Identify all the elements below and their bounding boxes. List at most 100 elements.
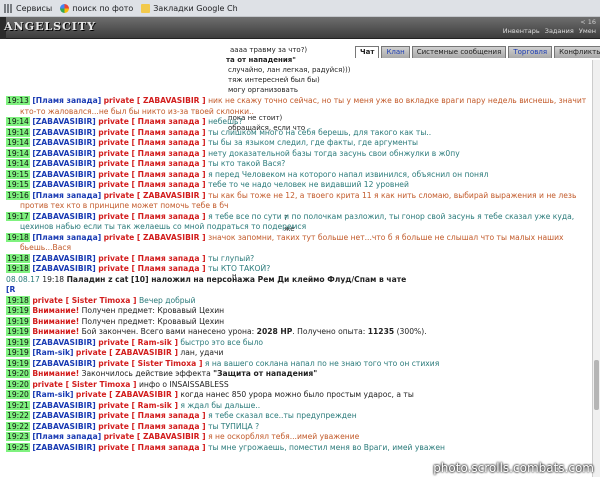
message-time: 19:19 xyxy=(6,327,30,336)
private-recipient[interactable]: private [ Пламя запада ] xyxy=(98,170,205,179)
message-sender[interactable]: [Пламя запада] xyxy=(32,191,101,200)
message-sender[interactable]: [Пламя запада] xyxy=(32,233,101,242)
chat-scrollbar[interactable] xyxy=(592,60,600,477)
message-sender[interactable]: [ZABAVASIBIR] xyxy=(32,338,95,347)
private-recipient[interactable]: private [ Пламя запада ] xyxy=(98,254,205,263)
chat-message: цехинов набью если ты так желаешь со мно… xyxy=(6,222,588,233)
popup-fragment: могу организовать xyxy=(228,86,299,94)
chat-message: 19:15 [ZABAVASIBIR] private [ Пламя запа… xyxy=(6,169,588,181)
warning-label: Внимание! xyxy=(32,306,80,315)
chat-message: [R xyxy=(6,285,588,296)
chat-message: 19:20 private [ Sister Timoxa ] инфо о I… xyxy=(6,379,588,391)
message-text: тебе то че надо человек не видавший 12 у… xyxy=(208,180,409,189)
private-recipient[interactable]: private [ ZABAVASIBIR ] xyxy=(104,432,206,441)
private-recipient[interactable]: private [ Пламя запада ] xyxy=(98,159,205,168)
private-recipient[interactable]: private [ ZABAVASIBIR ] xyxy=(104,96,206,105)
message-sender[interactable]: [Пламя запада] xyxy=(32,432,101,441)
private-recipient[interactable]: private [ ZABAVASIBIR ] xyxy=(104,191,206,200)
private-recipient[interactable]: private [ Пламя запада ] xyxy=(98,422,205,431)
message-text: ник не скажу точно сейчас, но ты у меня … xyxy=(208,96,587,105)
game-header: ANGELSCITY < 16 Инвентарь Задания Умен xyxy=(0,17,600,39)
message-sender[interactable]: [ZABAVASIBIR] xyxy=(32,128,95,137)
private-recipient[interactable]: private [ Пламя запада ] xyxy=(98,411,205,420)
message-time: 19:21 xyxy=(6,400,30,410)
private-recipient[interactable]: private [ Пламя запада ] xyxy=(98,180,205,189)
tab-trade[interactable]: Торговля xyxy=(508,46,553,58)
message-sender[interactable]: [ZABAVASIBIR] xyxy=(32,159,95,168)
bookmark-google-folder[interactable]: Закладки Google Ch xyxy=(141,3,238,13)
private-recipient[interactable]: private [ ZABAVASIBIR ] xyxy=(104,233,206,242)
message-text: (300%). xyxy=(394,327,427,336)
apps-icon xyxy=(4,3,13,13)
tab-conflicts[interactable]: Конфликты xyxy=(554,46,600,58)
private-recipient[interactable]: private [ Пламя запада ] xyxy=(98,212,205,221)
message-text: ты бы за языком следил, где факты, где а… xyxy=(208,138,419,147)
message-time: 19:19 xyxy=(6,316,30,326)
private-recipient[interactable]: private [ Пламя запада ] xyxy=(98,443,205,452)
bookmark-photo-search[interactable]: поиск по фото xyxy=(60,3,133,13)
message-text: нету доказательной базы тогда засунь сво… xyxy=(208,148,460,158)
chat-message: 19:18 [Пламя запада] private [ ZABAVASIB… xyxy=(6,232,588,244)
chat-message: 19:14 [ZABAVASIBIR] private [ Пламя запа… xyxy=(6,159,588,170)
tab-chat[interactable]: Чат xyxy=(355,46,380,58)
message-time: 19:19 xyxy=(6,348,30,357)
message-sender[interactable]: [ZABAVASIBIR] xyxy=(32,149,95,158)
message-sender[interactable]: [ZABAVASIBIR] xyxy=(32,264,95,273)
private-recipient[interactable]: private [ Пламя запада ] xyxy=(98,117,205,126)
private-recipient[interactable]: private [ Пламя запада ] xyxy=(98,128,205,137)
message-time: 19:17 xyxy=(6,211,30,221)
chat-message: бьешь...Вася xyxy=(6,243,588,254)
message-sender[interactable]: [Пламя запада] xyxy=(32,96,101,105)
chat-message: 19:14 [ZABAVASIBIR] private [ Пламя запа… xyxy=(6,117,588,128)
private-recipient[interactable]: private [ Sister Timoxa ] xyxy=(98,359,202,368)
message-sender[interactable]: [ZABAVASIBIR] xyxy=(32,117,95,126)
message-time: 19:14 xyxy=(6,127,30,137)
tab-system-messages[interactable]: Системные сообщения xyxy=(411,46,507,58)
scrollbar-thumb[interactable] xyxy=(594,360,599,410)
message-sender[interactable]: [ZABAVASIBIR] xyxy=(32,254,95,263)
private-recipient[interactable]: private [ ZABAVASIBIR ] xyxy=(76,348,178,357)
chat-message: 19:25 [ZABAVASIBIR] private [ Пламя запа… xyxy=(6,442,588,454)
private-recipient[interactable]: private [ Пламя запада ] xyxy=(98,264,205,273)
message-text: ты кто такой Вася? xyxy=(208,159,286,168)
message-time: 19:16 xyxy=(6,190,30,200)
tab-clan[interactable]: Клан xyxy=(381,46,410,58)
message-sender[interactable]: [ZABAVASIBIR] xyxy=(32,170,95,179)
message-sender[interactable]: [ZABAVASIBIR] xyxy=(32,138,95,147)
private-recipient[interactable]: private [ Пламя запада ] xyxy=(98,149,205,158)
game-logo: ANGELSCITY xyxy=(4,20,96,33)
private-recipient[interactable]: private [ Пламя запада ] xyxy=(98,138,205,147)
message-time: 19:20 xyxy=(6,379,30,389)
private-recipient[interactable]: private [ Ram-sik ] xyxy=(98,401,178,410)
message-sender[interactable]: [ZABAVASIBIR] xyxy=(32,180,95,189)
chat-message: 19:13 [Пламя запада] private [ ZABAVASIB… xyxy=(6,96,588,107)
message-sender[interactable]: [ZABAVASIBIR] xyxy=(32,411,95,420)
link-skills[interactable]: Умен xyxy=(579,27,596,35)
damage-value: 2028 HP xyxy=(256,327,293,336)
message-text: Получен предмет: Кровавый Цехин xyxy=(81,306,225,315)
message-text: ты КТО ТАКОЙ? xyxy=(208,264,271,273)
link-quests[interactable]: Задания xyxy=(545,27,574,35)
message-text: ты как бы тоже не 12, а твоего крита 11 … xyxy=(208,190,577,200)
message-sender[interactable]: [ZABAVASIBIR] xyxy=(32,443,95,452)
message-sender[interactable]: [ZABAVASIBIR] xyxy=(32,422,95,431)
message-text: я перед Человеком на которого напал изви… xyxy=(208,169,489,179)
message-text: я тебе все по сути и по полочкам разложи… xyxy=(208,211,575,221)
private-recipient[interactable]: private [ Sister Timoxa ] xyxy=(32,380,136,389)
private-recipient[interactable]: private [ ZABAVASIBIR ] xyxy=(76,390,178,399)
message-sender[interactable]: [ZABAVASIBIR] xyxy=(32,401,95,410)
message-sender[interactable]: [Ram-sik] xyxy=(32,348,73,357)
header-menu: < 16 Инвентарь Задания Умен xyxy=(500,18,596,36)
chat-message: 19:14 [ZABAVASIBIR] private [ Пламя запа… xyxy=(6,127,588,139)
message-sender[interactable]: [R xyxy=(6,285,15,294)
private-recipient[interactable]: private [ Sister Timoxa ] xyxy=(32,296,136,305)
link-inventory[interactable]: Инвентарь xyxy=(503,27,540,35)
message-sender[interactable]: [Ram-sik] xyxy=(32,390,73,399)
message-sender[interactable]: [ZABAVASIBIR] xyxy=(32,212,95,221)
bookmark-services[interactable]: Сервисы xyxy=(4,3,52,13)
message-time: 19:18 xyxy=(6,253,30,263)
message-sender[interactable]: [ZABAVASIBIR] xyxy=(32,359,95,368)
watermark: photo.scrolls.combats.com xyxy=(433,461,594,475)
popup-fragment: случайно, лан легкая, радуйся))) xyxy=(228,66,351,74)
private-recipient[interactable]: private [ Ram-sik ] xyxy=(98,338,178,347)
